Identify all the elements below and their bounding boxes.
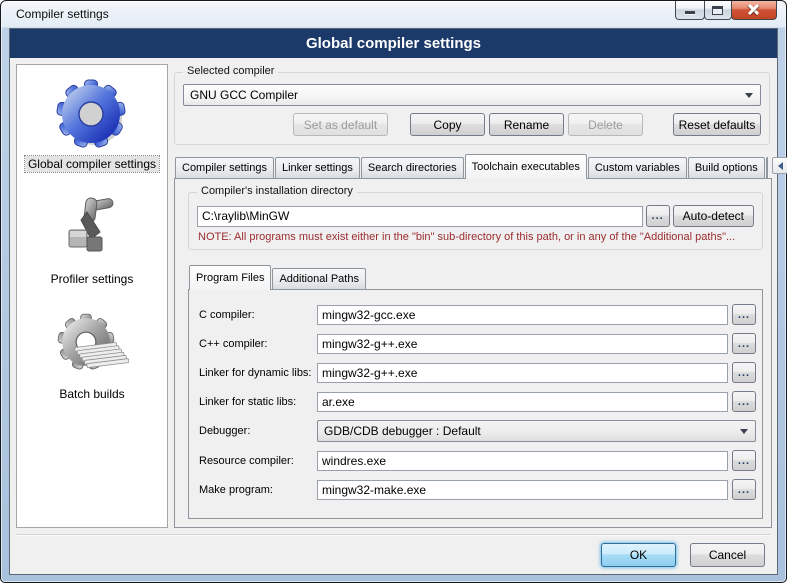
tab-program-files[interactable]: Program Files [189, 265, 271, 290]
static-linker-input[interactable] [317, 392, 728, 412]
browse-button[interactable]: ... [732, 333, 756, 354]
field-label: C++ compiler: [199, 338, 317, 350]
field-label: C compiler: [199, 309, 317, 321]
field-row-c-compiler: C compiler: ... [199, 304, 756, 325]
content-area: Global compiler settings [10, 58, 777, 532]
minimize-button[interactable] [675, 1, 705, 20]
cancel-button[interactable]: Cancel [690, 543, 765, 567]
tab-scroll-left-button[interactable] [772, 157, 787, 174]
tab-compiler-settings[interactable]: Compiler settings [175, 157, 274, 178]
make-program-input[interactable] [317, 480, 728, 500]
program-tab-strip: Program Files Additional Paths [188, 265, 763, 289]
debugger-select-value: GDB/CDB debugger : Default [324, 424, 481, 438]
sidebar-item-profiler-settings[interactable]: Profiler settings [48, 196, 137, 287]
caliper-icon [55, 196, 129, 266]
selected-compiler-group: Selected compiler GNU GCC Compiler Set a… [174, 72, 770, 145]
compiler-select-value: GNU GCC Compiler [190, 88, 298, 102]
field-row-cpp-compiler: C++ compiler: ... [199, 333, 756, 354]
installation-directory-input[interactable] [197, 206, 643, 227]
gear-icon [55, 79, 129, 151]
title-bar[interactable]: Compiler settings [1, 1, 786, 28]
c-compiler-input[interactable] [317, 305, 728, 325]
compiler-select[interactable]: GNU GCC Compiler [183, 84, 761, 106]
compiler-settings-window: Compiler settings Global compiler settin… [0, 0, 787, 583]
field-label: Make program: [199, 484, 317, 496]
dialog-client-area: Global compiler settings [9, 28, 778, 575]
sidebar-item-label: Global compiler settings [25, 156, 159, 172]
browse-button[interactable]: ... [732, 304, 756, 325]
tab-toolchain-executables[interactable]: Toolchain executables [465, 154, 587, 179]
field-row-dynamic-linker: Linker for dynamic libs: ... [199, 362, 756, 383]
delete-button[interactable]: Delete [568, 113, 643, 136]
dropdown-arrow-icon [745, 93, 753, 102]
main-panel: Selected compiler GNU GCC Compiler Set a… [174, 64, 772, 528]
sidebar-item-label: Profiler settings [48, 271, 137, 287]
note-text: NOTE: All programs must exist either in … [198, 231, 753, 243]
program-files-panel: C compiler: ... C++ compiler: ... Linker [188, 289, 763, 519]
maximize-icon [712, 6, 723, 15]
tab-additional-paths[interactable]: Additional Paths [272, 268, 366, 289]
set-as-default-button[interactable]: Set as default [293, 113, 388, 136]
batch-builds-icon [55, 311, 129, 381]
auto-detect-button[interactable]: Auto-detect [673, 205, 754, 227]
field-row-static-linker: Linker for static libs: ... [199, 391, 756, 412]
sidebar-item-global-compiler-settings[interactable]: Global compiler settings [25, 79, 159, 172]
tab-build-options[interactable]: Build options [688, 157, 765, 178]
field-label: Linker for static libs: [199, 396, 317, 408]
debugger-select[interactable]: GDB/CDB debugger : Default [317, 420, 756, 442]
browse-button[interactable]: ... [732, 391, 756, 412]
program-files-notebook: Program Files Additional Paths C compile… [188, 265, 763, 519]
dropdown-arrow-icon [740, 429, 748, 438]
tab-search-directories[interactable]: Search directories [361, 157, 464, 178]
dynamic-linker-input[interactable] [317, 363, 728, 383]
field-row-make-program: Make program: ... [199, 479, 756, 500]
compiler-buttons-row: Set as default Copy Rename Delete Reset … [183, 113, 761, 136]
browse-button[interactable]: ... [732, 479, 756, 500]
group-label: Selected compiler [183, 65, 278, 77]
rename-button[interactable]: Rename [489, 113, 564, 136]
group-label: Compiler's installation directory [197, 185, 357, 197]
browse-button[interactable]: ... [732, 362, 756, 383]
minimize-icon [685, 11, 695, 14]
tab-scroll-buttons [768, 157, 787, 174]
field-label: Linker for dynamic libs: [199, 367, 317, 379]
reset-defaults-button[interactable]: Reset defaults [673, 113, 761, 136]
close-icon [747, 3, 760, 16]
toolchain-executables-panel: Compiler's installation directory ... Au… [174, 178, 772, 528]
page-title: Global compiler settings [10, 29, 777, 58]
field-label: Debugger: [199, 425, 317, 437]
tab-linker-settings[interactable]: Linker settings [275, 157, 360, 178]
maximize-button[interactable] [704, 1, 732, 20]
tab-scroll-left-icon [774, 162, 783, 170]
resource-compiler-input[interactable] [317, 451, 728, 471]
field-row-debugger: Debugger: GDB/CDB debugger : Default [199, 420, 756, 442]
settings-tab-strip: Compiler settings Linker settings Search… [174, 154, 772, 178]
ok-button[interactable]: OK [601, 543, 676, 567]
copy-button[interactable]: Copy [410, 113, 485, 136]
field-label: Resource compiler: [199, 455, 317, 467]
close-button[interactable] [731, 1, 777, 20]
installation-directory-row: ... Auto-detect [197, 205, 754, 227]
footer-button-row: OK Cancel [10, 536, 777, 574]
cpp-compiler-input[interactable] [317, 334, 728, 354]
window-controls [676, 1, 777, 20]
window-title: Compiler settings [16, 7, 109, 21]
browse-button[interactable]: ... [732, 450, 756, 471]
settings-sidebar: Global compiler settings [16, 64, 168, 528]
browse-directory-button[interactable]: ... [646, 205, 670, 227]
installation-directory-group: Compiler's installation directory ... Au… [188, 192, 763, 250]
sidebar-item-label: Batch builds [56, 386, 127, 402]
sidebar-item-batch-builds[interactable]: Batch builds [55, 311, 129, 402]
field-row-resource-compiler: Resource compiler: ... [199, 450, 756, 471]
tab-custom-variables[interactable]: Custom variables [588, 157, 687, 178]
